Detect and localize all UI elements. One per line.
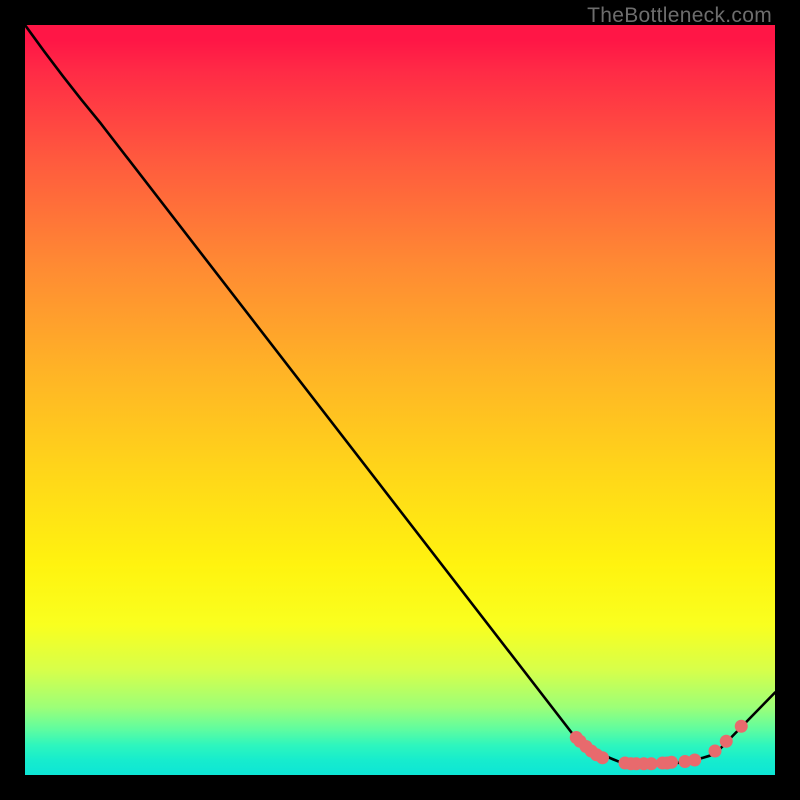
chart-marker [709,745,722,758]
chart-marker [688,754,701,767]
chart-markers [570,720,748,771]
watermark-text: TheBottleneck.com [587,4,772,28]
chart-svg [25,25,775,775]
chart-marker [720,735,733,748]
chart-marker [735,720,748,733]
chart-marker [645,757,658,770]
chart-line [25,25,775,765]
chart-marker [665,756,678,769]
chart-frame [25,25,775,775]
chart-marker [596,751,609,764]
